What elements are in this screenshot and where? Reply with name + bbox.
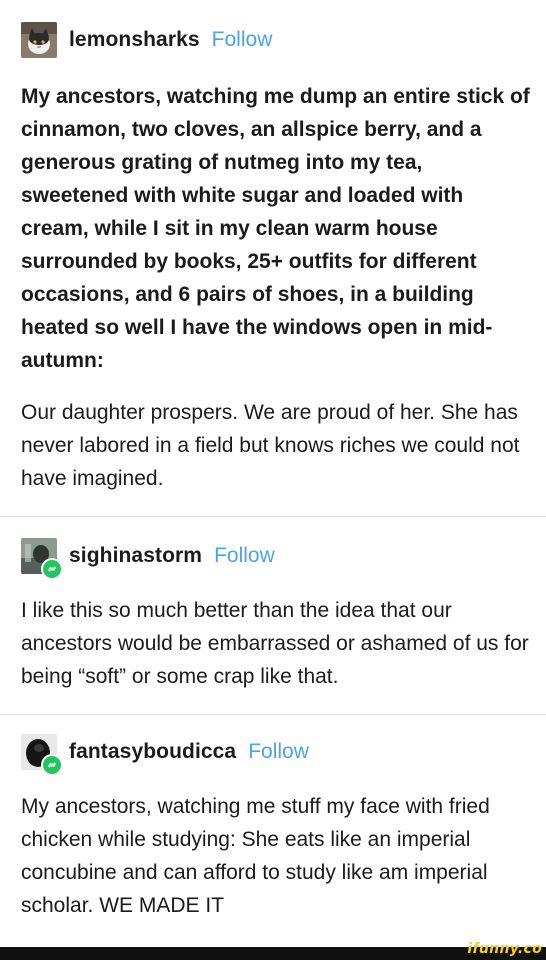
post-text-bold: My ancestors, watching me dump an entire… [21, 85, 530, 372]
post-divider [0, 516, 546, 517]
avatar-lemonsharks[interactable] [21, 22, 57, 58]
reblog-comment-text: My ancestors, watching me stuff my face … [21, 795, 490, 917]
watermark-bar [0, 947, 546, 960]
cat-avatar-icon [21, 22, 57, 58]
username-fantasyboudicca[interactable]: fantasyboudicca [69, 740, 236, 764]
ifunny-watermark: ifunny.co [467, 941, 542, 957]
follow-button-sighinastorm[interactable]: Follow [214, 544, 275, 568]
post-header-fantasyboudicca: fantasyboudicca Follow [21, 734, 309, 776]
follow-button-lemonsharks[interactable]: Follow [212, 28, 273, 52]
avatar-sighinastorm[interactable] [21, 538, 63, 580]
post-header-lemonsharks: lemonsharks Follow [21, 22, 272, 58]
post-text-reply: Our daughter prospers. We are proud of h… [21, 401, 520, 490]
username-lemonsharks[interactable]: lemonsharks [69, 28, 200, 52]
post-divider [0, 714, 546, 715]
reblog-comment-text: I like this so much better than the idea… [21, 599, 529, 688]
reblog-icon [41, 558, 63, 580]
avatar-fantasyboudicca[interactable] [21, 734, 63, 776]
follow-button-fantasyboudicca[interactable]: Follow [248, 740, 309, 764]
post-header-sighinastorm: sighinastorm Follow [21, 538, 275, 580]
username-sighinastorm[interactable]: sighinastorm [69, 544, 202, 568]
reblog-icon [41, 754, 63, 776]
